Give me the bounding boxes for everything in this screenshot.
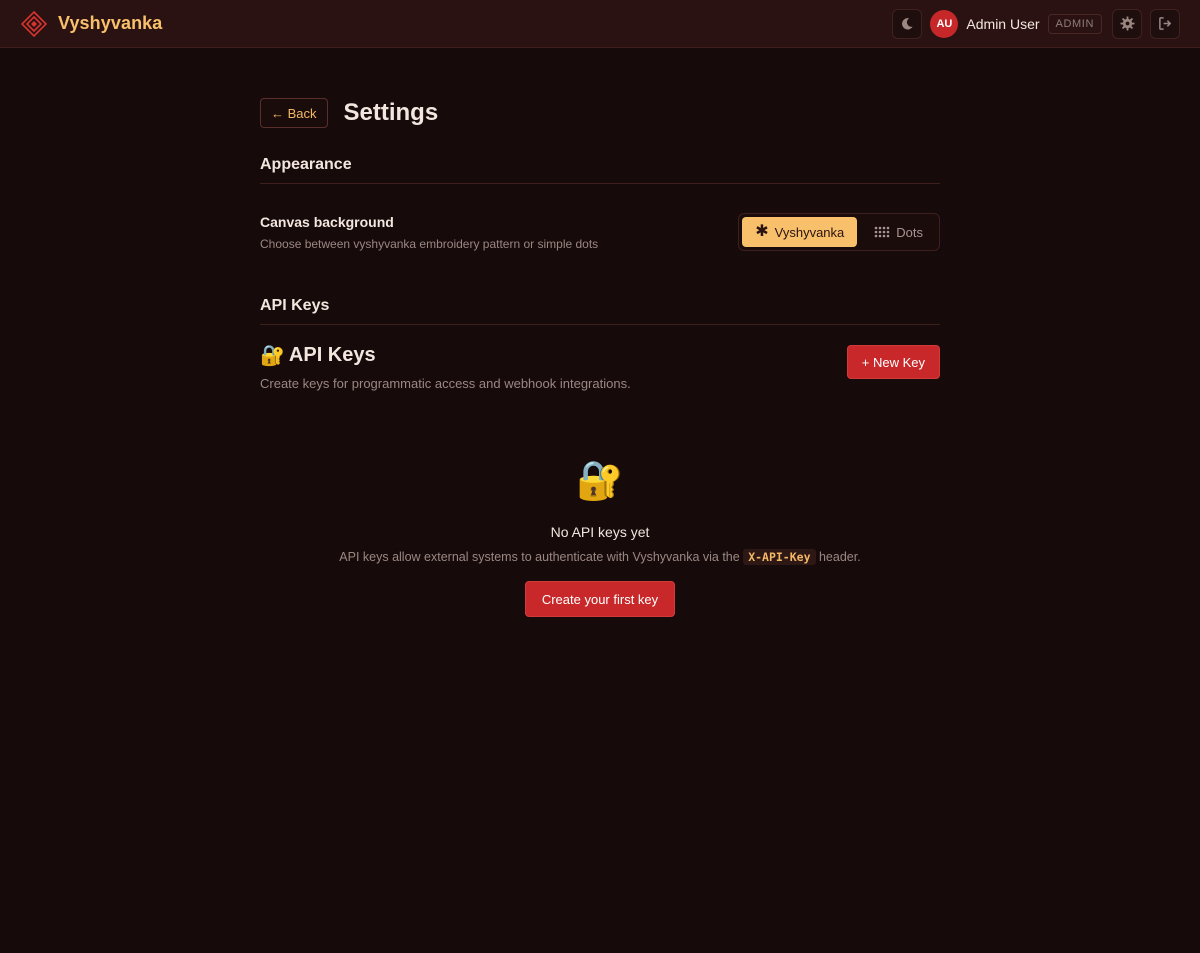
api-keys-card-header: 🔐 API Keys Create keys for programmatic … (260, 343, 940, 391)
lock-key-icon: 🔐 (576, 460, 624, 502)
option-vyshyvanka-label: Vyshyvanka (774, 224, 845, 240)
settings-button[interactable] (1112, 8, 1142, 39)
appearance-section-title: Appearance (260, 156, 940, 184)
vyshyvanka-logo-icon (20, 10, 48, 37)
empty-state-description: API keys allow external systems to authe… (339, 549, 861, 565)
settings-page: ← Back Settings Appearance Canvas backgr… (260, 98, 940, 617)
page-title: Settings (343, 99, 439, 126)
canvas-background-description: Choose between vyshyvanka embroidery pat… (260, 236, 599, 251)
lock-key-icon: 🔐 (260, 345, 285, 367)
canvas-background-setting: Canvas background Choose between vyshyva… (260, 213, 940, 251)
brand[interactable]: Vyshyvanka (20, 10, 162, 38)
header-name-code: X-API-Key (743, 549, 816, 565)
api-keys-card-title: 🔐 API Keys (260, 343, 631, 368)
api-keys-card-description: Create keys for programmatic access and … (260, 376, 631, 391)
canvas-background-text: Canvas background Choose between vyshyva… (260, 214, 598, 251)
empty-desc-before: API keys allow external systems to authe… (339, 550, 740, 564)
back-button[interactable]: ← Back (260, 98, 328, 128)
option-dots-label: Dots (896, 224, 923, 240)
brand-name: Vyshyvanka (58, 13, 163, 33)
role-badge: ADMIN (1047, 13, 1102, 34)
option-dots[interactable]: Dots (861, 217, 936, 247)
top-bar: Vyshyvanka AU Admin User ADMIN (0, 0, 1200, 48)
empty-desc-after: header. (818, 550, 861, 564)
avatar[interactable]: AU (930, 9, 959, 38)
canvas-background-label: Canvas background (260, 213, 394, 230)
api-keys-card-text: 🔐 API Keys Create keys for programmatic … (260, 343, 631, 391)
user-controls: AU Admin User ADMIN (892, 8, 1180, 39)
api-keys-empty-state: 🔐 No API keys yet API keys allow externa… (260, 459, 940, 617)
create-first-key-button[interactable]: Create your first key (524, 581, 676, 617)
asterisk-icon: ✱ (755, 223, 769, 240)
canvas-background-toggle: ✱ Vyshyvanka Dots (738, 213, 940, 251)
api-keys-card-title-text: API Keys (288, 344, 376, 366)
option-vyshyvanka[interactable]: ✱ Vyshyvanka (742, 217, 858, 247)
api-keys-section-title: API Keys (260, 297, 940, 325)
user-name: Admin User (966, 15, 1040, 32)
new-key-button[interactable]: + New Key (846, 345, 940, 379)
moon-icon (902, 17, 914, 30)
gear-icon (1119, 16, 1135, 31)
logout-icon (1158, 17, 1171, 30)
dots-grid-icon (874, 226, 890, 238)
empty-state-title: No API keys yet (550, 524, 650, 540)
logout-button[interactable] (1150, 8, 1180, 39)
page-header: ← Back Settings (260, 98, 940, 128)
theme-toggle-button[interactable] (892, 8, 923, 39)
